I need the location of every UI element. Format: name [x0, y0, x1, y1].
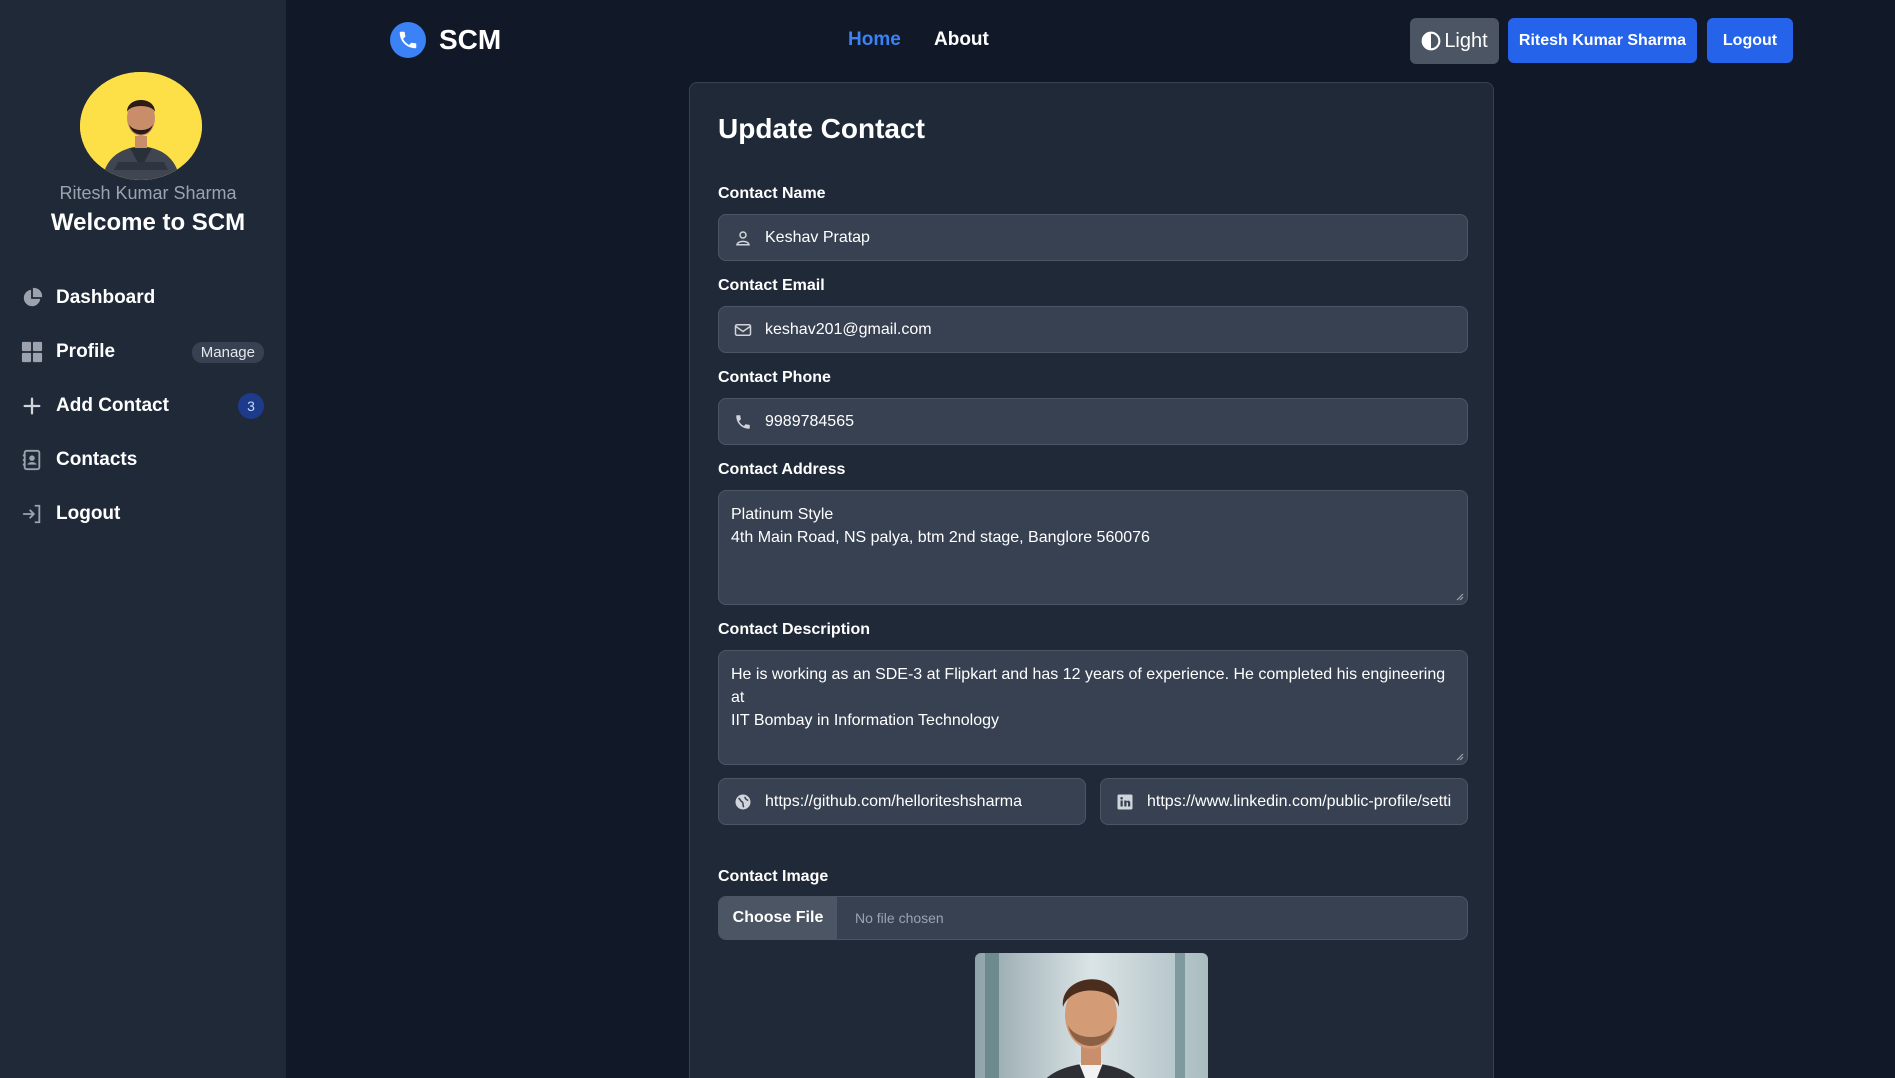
- phone-logo-icon: [390, 22, 426, 58]
- contact-photo: [975, 953, 1208, 1078]
- contact-email-input[interactable]: keshav201@gmail.com: [718, 306, 1468, 353]
- sidebar-welcome: Welcome to SCM: [50, 209, 246, 236]
- user-avatar[interactable]: [80, 72, 202, 180]
- contact-email-label: Contact Email: [718, 277, 825, 294]
- contact-count-badge: 3: [238, 393, 264, 419]
- contact-email-value: keshav201@gmail.com: [765, 320, 932, 338]
- contact-address-textarea[interactable]: Platinum Style 4th Main Road, NS palya, …: [718, 490, 1468, 605]
- contact-image-preview: [975, 953, 1208, 1078]
- file-status: No file chosen: [855, 910, 944, 926]
- page-title: Update Contact: [718, 113, 925, 144]
- user-profile-button[interactable]: Ritesh Kumar Sharma: [1508, 18, 1697, 63]
- contact-name-input[interactable]: Keshav Pratap: [718, 214, 1468, 261]
- phone-icon: [733, 412, 753, 432]
- sidebar-item-dashboard[interactable]: Dashboard: [10, 278, 276, 318]
- brand-name: SCM: [439, 24, 502, 55]
- contact-description-textarea[interactable]: He is working as an SDE-3 at Flipkart an…: [718, 650, 1468, 765]
- website-input[interactable]: https://github.com/helloriteshsharma: [718, 778, 1086, 825]
- website-value: https://github.com/helloriteshsharma: [765, 792, 1023, 810]
- linkedin-input[interactable]: https://www.linkedin.com/public-profile/…: [1100, 778, 1468, 825]
- sidebar-item-logout[interactable]: Logout: [10, 494, 276, 534]
- sidebar-item-label: Contacts: [56, 449, 138, 470]
- linkedin-value: https://www.linkedin.com/public-profile/…: [1147, 792, 1452, 810]
- address-line-1: Platinum Style: [731, 506, 834, 523]
- sidebar-item-contacts[interactable]: Contacts: [10, 440, 276, 480]
- globe-icon: [733, 792, 753, 812]
- address-book-icon: [20, 448, 44, 472]
- description-line-1: He is working as an SDE-3 at Flipkart an…: [731, 666, 1446, 706]
- contact-image-label: Contact Image: [718, 868, 829, 885]
- description-line-2: IIT Bombay in Information Technology: [731, 712, 999, 729]
- contact-phone-label: Contact Phone: [718, 369, 831, 386]
- sidebar-username: Ritesh Kumar Sharma: [59, 183, 237, 203]
- contact-name-label: Contact Name: [718, 185, 826, 202]
- contact-image-file-input[interactable]: Choose File No file chosen: [718, 896, 1468, 940]
- contact-phone-value: 9989784565: [765, 412, 854, 430]
- sidebar-item-add-contact[interactable]: Add Contact 3: [10, 386, 276, 426]
- envelope-icon: [733, 320, 753, 340]
- avatar-image: [80, 72, 202, 180]
- choose-file-button[interactable]: Choose File: [719, 897, 837, 939]
- brand[interactable]: SCM: [390, 22, 501, 58]
- resize-handle-icon[interactable]: [1454, 591, 1464, 601]
- contact-name-value: Keshav Pratap: [765, 228, 870, 246]
- sidebar-item-label: Add Contact: [56, 395, 169, 416]
- contact-address-label: Contact Address: [718, 461, 846, 478]
- sidebar: Ritesh Kumar Sharma Welcome to SCM Dashb…: [0, 0, 286, 1078]
- resize-handle-icon[interactable]: [1454, 751, 1464, 761]
- logout-button[interactable]: Logout: [1707, 18, 1793, 63]
- contact-phone-input[interactable]: 9989784565: [718, 398, 1468, 445]
- sidebar-item-label: Dashboard: [56, 287, 156, 308]
- pie-chart-icon: [20, 286, 44, 310]
- theme-toggle-button[interactable]: Light: [1410, 18, 1499, 64]
- theme-label: Light: [1444, 29, 1488, 52]
- grid-icon: [20, 340, 44, 364]
- update-contact-card: Update Contact Contact Name Keshav Prata…: [689, 82, 1494, 1078]
- linkedin-icon: [1115, 792, 1135, 812]
- nav-home-link[interactable]: Home: [848, 29, 901, 51]
- contact-description-label: Contact Description: [718, 621, 871, 638]
- address-line-2: 4th Main Road, NS palya, btm 2nd stage, …: [731, 529, 1150, 546]
- sidebar-item-label: Logout: [56, 503, 121, 524]
- sidebar-item-profile[interactable]: Profile Manage: [10, 332, 276, 372]
- sign-out-icon: [20, 502, 44, 526]
- half-circle-icon: [1421, 31, 1441, 51]
- sidebar-item-label: Profile: [56, 341, 116, 362]
- nav-about-link[interactable]: About: [934, 29, 989, 51]
- user-icon: [733, 228, 753, 248]
- manage-badge: Manage: [191, 341, 264, 363]
- plus-icon: [20, 394, 44, 418]
